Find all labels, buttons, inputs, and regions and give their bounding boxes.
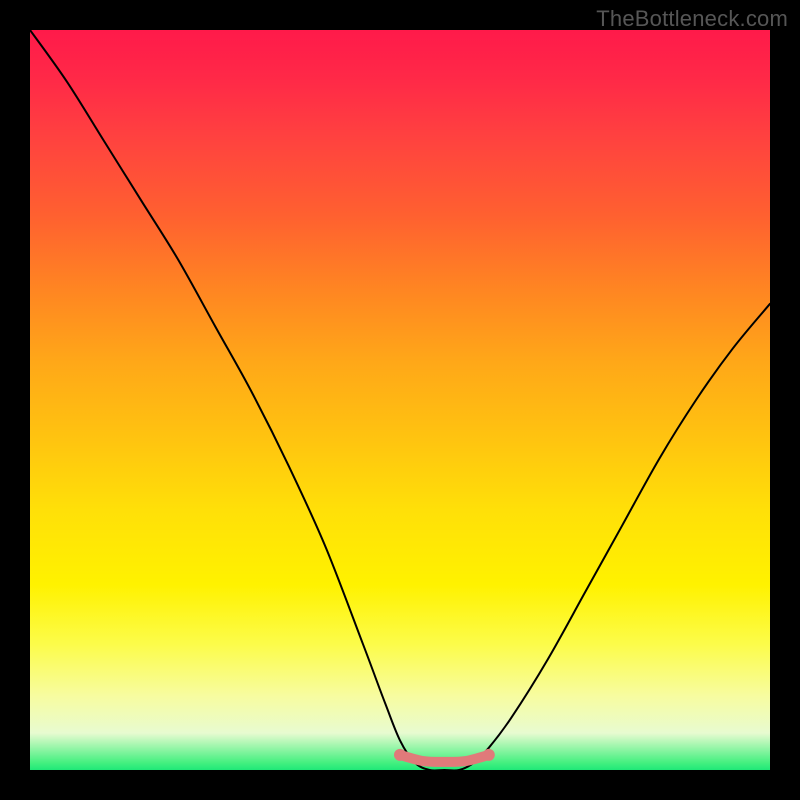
plot-area: [30, 30, 770, 770]
optimal-region-band: [400, 755, 489, 762]
chart-svg: [30, 30, 770, 770]
bottleneck-curve: [30, 30, 770, 770]
watermark-text: TheBottleneck.com: [596, 6, 788, 32]
